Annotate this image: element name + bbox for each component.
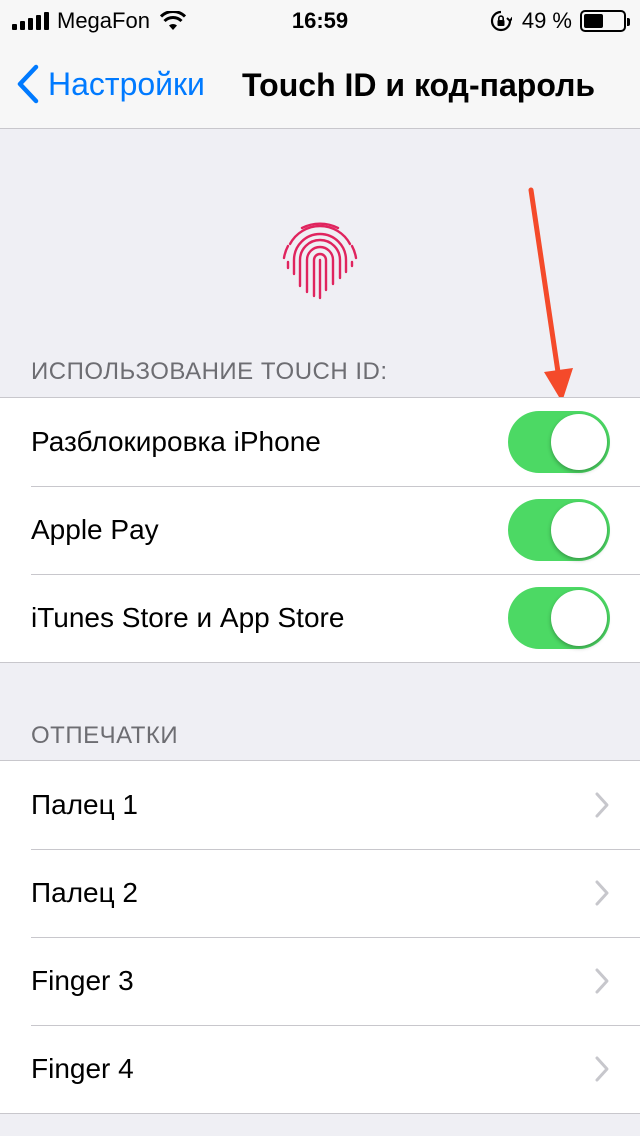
battery-fill — [584, 14, 603, 28]
fingerprint-row[interactable]: Палец 1 — [0, 761, 640, 849]
row-label: Палец 2 — [31, 877, 138, 908]
status-bar: MegaFon 16:59 49 % — [0, 0, 640, 40]
fingerprints-section-header: ОТПЕЧАТКИ — [31, 722, 179, 749]
chevron-right-icon — [595, 968, 609, 994]
fingerprint-row[interactable]: Палец 2 — [0, 849, 640, 937]
row-label: iTunes Store и App Store — [31, 602, 345, 633]
orientation-lock-icon — [490, 10, 512, 32]
fingerprints-group: Палец 1 Палец 2 Finger 3 Finger 4 — [0, 760, 640, 1114]
row-label: Apple Pay — [31, 514, 159, 545]
apple-pay-toggle[interactable] — [508, 499, 610, 561]
touch-id-section-header: ИСПОЛЬЗОВАНИЕ TOUCH ID: — [31, 358, 388, 385]
unlock-iphone-toggle[interactable] — [508, 411, 610, 473]
navigation-bar: Настройки Touch ID и код-пароль — [0, 40, 640, 129]
back-button-label: Настройки — [48, 65, 205, 102]
touch-id-row-unlock: Разблокировка iPhone — [0, 398, 640, 486]
chevron-right-icon — [595, 880, 609, 906]
chevron-right-icon — [595, 1056, 609, 1082]
fingerprint-row[interactable]: Finger 3 — [0, 937, 640, 1025]
itunes-app-store-toggle[interactable] — [508, 587, 610, 649]
battery-icon — [580, 10, 630, 32]
touch-id-row-apple-pay: Apple Pay — [0, 486, 640, 574]
toggle-knob — [551, 414, 607, 470]
row-label: Палец 1 — [31, 789, 138, 820]
settings-screen: MegaFon 16:59 49 % Настройки Touch ID и … — [0, 0, 640, 1136]
page-title: Touch ID и код-пароль — [242, 67, 596, 103]
fingerprint-icon — [282, 222, 358, 300]
toggle-knob — [551, 590, 607, 646]
battery-percentage: 49 % — [521, 8, 572, 33]
status-right: 49 % — [490, 8, 630, 34]
toggle-knob — [551, 502, 607, 558]
touch-id-row-itunes: iTunes Store и App Store — [0, 574, 640, 662]
row-label: Finger 3 — [31, 965, 134, 996]
chevron-left-icon — [17, 64, 39, 104]
back-button[interactable]: Настройки — [16, 64, 205, 104]
touch-id-group: Разблокировка iPhone Apple Pay iTunes St… — [0, 397, 640, 663]
fingerprint-row[interactable]: Finger 4 — [0, 1025, 640, 1113]
row-label: Finger 4 — [31, 1053, 134, 1084]
chevron-right-icon — [595, 792, 609, 818]
row-label: Разблокировка iPhone — [31, 426, 321, 457]
annotation-arrow — [528, 187, 573, 402]
